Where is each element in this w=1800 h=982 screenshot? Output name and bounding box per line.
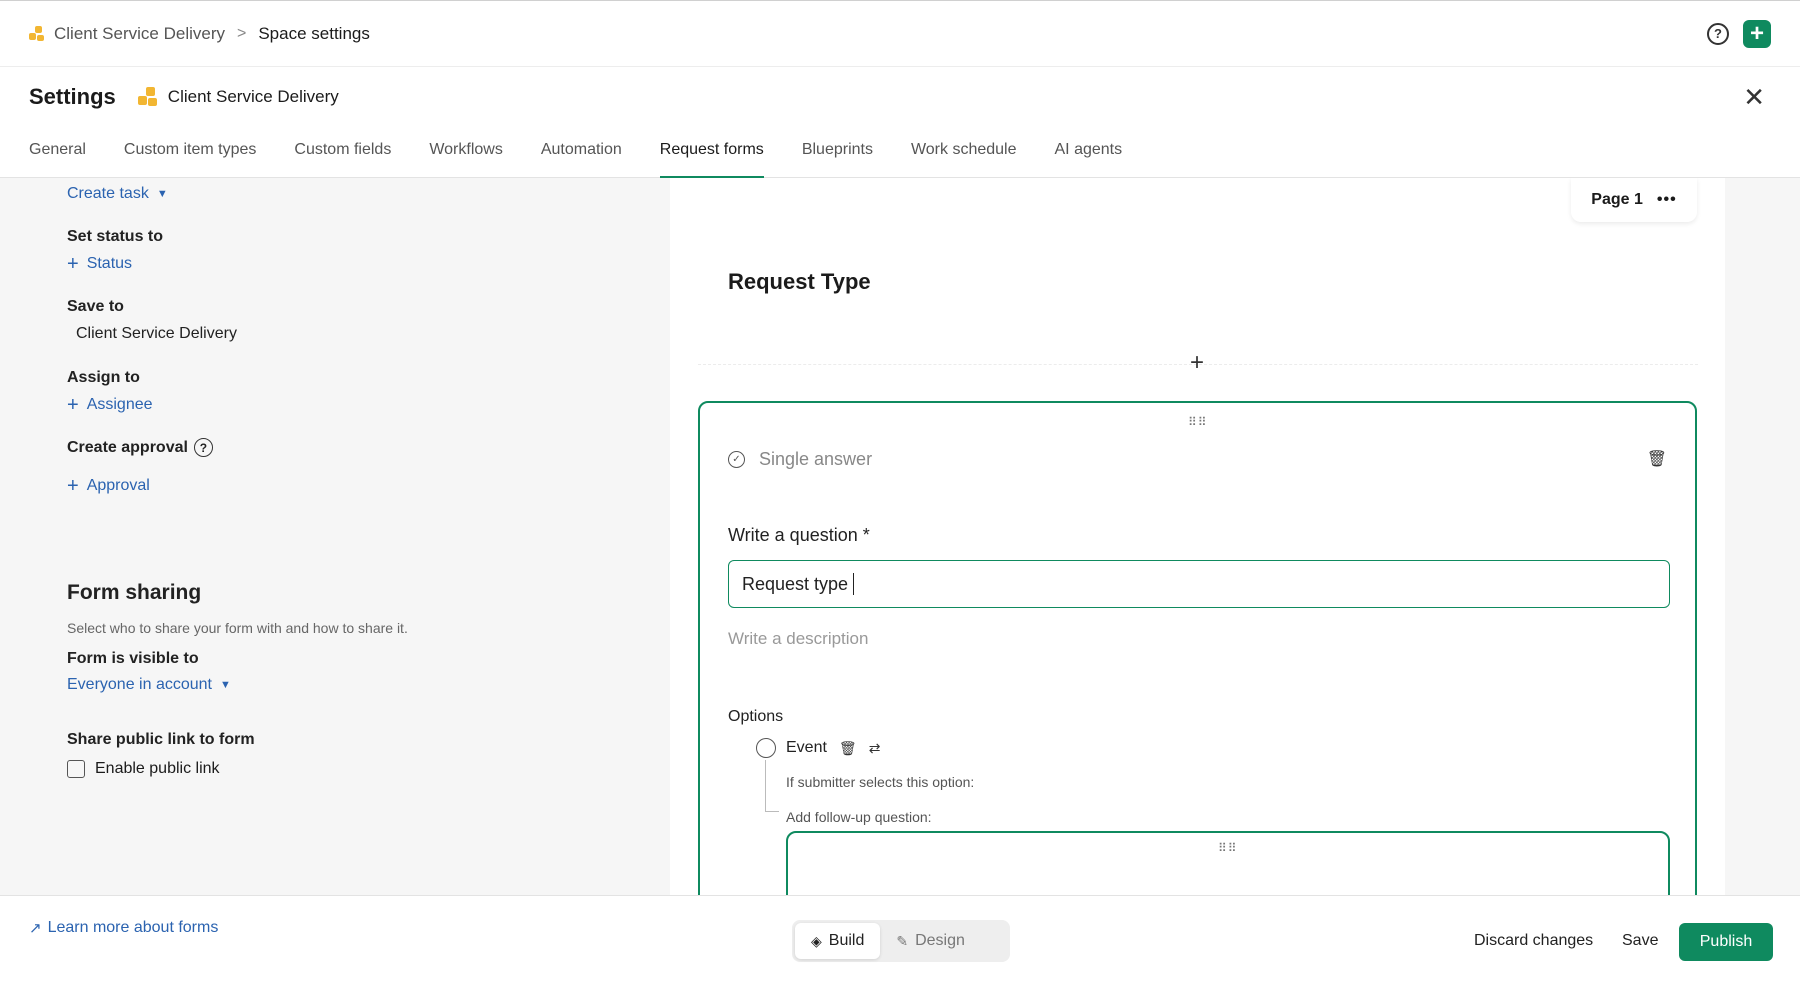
question-type-label: Single answer [759, 449, 873, 469]
breadcrumb-current: Space settings [258, 23, 370, 43]
text-caret [853, 573, 855, 595]
drag-handle-icon[interactable]: ⠿⠿ [1218, 841, 1238, 855]
form-page: Page 1 ••• Request Type + ⠿⠿ ✓ Single an… [670, 178, 1725, 895]
top-bar: Client Service Delivery > Space settings… [0, 0, 1800, 67]
tab-custom-fields[interactable]: Custom fields [294, 127, 391, 178]
page-tab[interactable]: Page 1 ••• [1571, 178, 1697, 222]
question-type-selector[interactable]: ✓ Single answer [728, 449, 872, 470]
plus-icon: + [67, 475, 79, 497]
followup-question-card[interactable]: ⠿⠿ [786, 831, 1670, 895]
form-settings-panel: Create task ▼ Set status to + Status Sav… [0, 178, 670, 895]
tab-automation[interactable]: Automation [541, 127, 622, 178]
conditional-text: If submitter selects this option: [786, 774, 975, 790]
enable-public-link-label: Enable public link [95, 760, 220, 777]
set-status-label: Set status to [67, 228, 164, 245]
question-input-value: Request type [742, 573, 849, 594]
learn-more-label: Learn more about forms [47, 919, 219, 936]
settings-tabs: General Custom item types Custom fields … [0, 127, 1800, 179]
plus-icon: + [67, 394, 79, 416]
visibility-dropdown[interactable]: Everyone in account ▼ [67, 676, 231, 694]
help-icon[interactable]: ? [1707, 22, 1729, 45]
create-approval-row: Create approval ? [67, 438, 213, 457]
save-to-label: Save to [67, 298, 124, 315]
approval-link-label: Approval [86, 477, 150, 494]
design-mode-button[interactable]: ✎ Design [880, 923, 981, 959]
breadcrumb: Client Service Delivery > Space settings [29, 24, 370, 44]
settings-header: Settings Client Service Delivery ✕ [0, 67, 1800, 127]
space-icon [137, 87, 158, 107]
chevron-down-icon: ▼ [156, 188, 168, 200]
description-input[interactable]: Write a description [728, 629, 868, 649]
space-name: Client Service Delivery [167, 87, 339, 106]
add-status-button[interactable]: + Status [67, 254, 132, 274]
branch-connector [765, 760, 779, 812]
question-input[interactable]: Request type [728, 560, 1670, 608]
option-item[interactable]: Event 🗑 ⇄ [756, 738, 880, 758]
close-icon[interactable]: ✕ [1743, 84, 1765, 110]
form-canvas: Page 1 ••• Request Type + ⠿⠿ ✓ Single an… [670, 178, 1800, 895]
breadcrumb-space-link[interactable]: Client Service Delivery [54, 24, 225, 44]
check-circle-icon: ✓ [728, 451, 745, 468]
visibility-value: Everyone in account [67, 676, 212, 693]
status-link-label: Status [86, 255, 133, 272]
learn-more-link[interactable]: ↗ Learn more about forms [29, 919, 218, 937]
enable-public-link-checkbox[interactable] [67, 760, 85, 778]
save-button[interactable]: Save [1622, 932, 1658, 950]
space-label: Client Service Delivery [137, 87, 339, 107]
publish-button[interactable]: Publish [1679, 923, 1773, 961]
pen-icon: ✎ [896, 932, 909, 949]
help-icon[interactable]: ? [193, 438, 213, 457]
build-mode-button[interactable]: ◈ Build [795, 923, 881, 959]
assign-to-label: Assign to [67, 369, 140, 386]
discard-changes-button[interactable]: Discard changes [1474, 932, 1593, 950]
create-approval-label: Create approval [67, 438, 188, 456]
add-assignee-button[interactable]: + Assignee [67, 395, 153, 415]
followup-label: Add follow-up question: [786, 809, 932, 825]
tab-blueprints[interactable]: Blueprints [802, 127, 873, 178]
save-to-value[interactable]: Client Service Delivery [76, 325, 237, 343]
tab-custom-item-types[interactable]: Custom item types [124, 127, 256, 178]
space-icon [29, 25, 45, 42]
form-sharing-title: Form sharing [67, 581, 202, 604]
add-approval-button[interactable]: + Approval [67, 476, 150, 496]
assignee-link-label: Assignee [86, 396, 153, 413]
layers-icon: ◈ [811, 932, 822, 949]
visible-to-label: Form is visible to [67, 650, 199, 667]
radio-icon [756, 738, 776, 758]
option-label[interactable]: Event [786, 739, 827, 757]
external-link-icon: ↗ [29, 920, 42, 937]
tab-workflows[interactable]: Workflows [429, 127, 503, 178]
bottom-bar: ↗ Learn more about forms ◈ Build ✎ Desig… [0, 895, 1800, 982]
chevron-right-icon: > [237, 24, 247, 42]
public-link-label: Share public link to form [67, 731, 255, 748]
add-icon[interactable]: + [1743, 19, 1771, 48]
trash-icon[interactable]: 🗑 [839, 740, 857, 757]
chevron-down-icon: ▼ [219, 679, 231, 691]
create-task-dropdown[interactable]: Create task ▼ [67, 185, 168, 203]
form-sharing-description: Select who to share your form with and h… [67, 620, 408, 636]
tab-work-schedule[interactable]: Work schedule [911, 127, 1017, 178]
design-label: Design [915, 932, 965, 949]
page-label: Page 1 [1591, 191, 1643, 208]
mode-toggle: ◈ Build ✎ Design [792, 920, 1010, 962]
enable-public-link-row[interactable]: Enable public link [67, 760, 220, 778]
section-title[interactable]: Request Type [728, 269, 871, 295]
options-label: Options [728, 708, 784, 725]
question-label: Write a question * [728, 525, 870, 545]
plus-icon: + [67, 253, 79, 275]
more-icon[interactable]: ••• [1657, 191, 1677, 209]
tab-ai-agents[interactable]: AI agents [1055, 127, 1123, 178]
build-label: Build [828, 932, 865, 949]
question-card[interactable]: ⠿⠿ ✓ Single answer 🗑 Write a question * … [698, 401, 1697, 895]
tab-general[interactable]: General [29, 127, 86, 178]
create-task-label: Create task [67, 185, 149, 202]
trash-icon[interactable]: 🗑 [1647, 449, 1667, 469]
tab-request-forms[interactable]: Request forms [659, 127, 764, 179]
drag-handle-icon[interactable]: ⠿⠿ [1188, 415, 1208, 429]
branch-icon[interactable]: ⇄ [869, 740, 881, 757]
add-question-icon[interactable]: + [1190, 349, 1204, 377]
page-title: Settings [29, 84, 116, 109]
